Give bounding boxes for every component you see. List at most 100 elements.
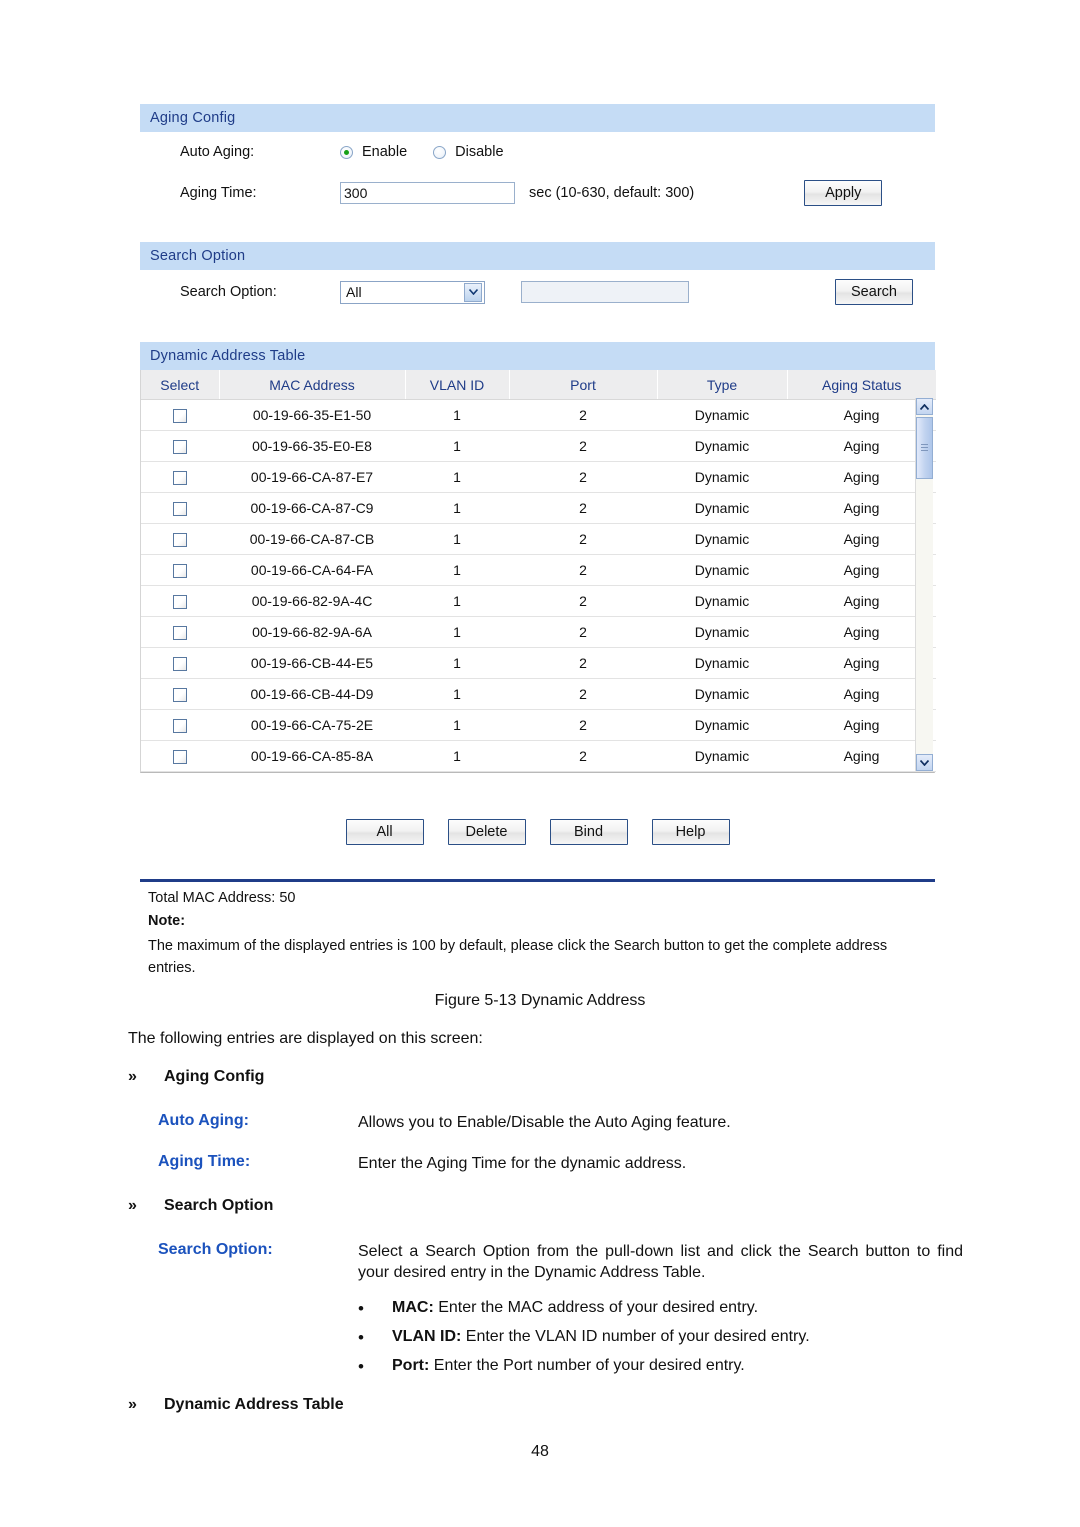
page-number: 48	[531, 1443, 549, 1460]
row-select-checkbox[interactable]	[173, 750, 187, 765]
help-button[interactable]: Help	[651, 819, 730, 845]
cell-aging-status: Aging	[787, 492, 936, 524]
dynamic-address-screenshot: Aging Config Auto Aging: Enable Disable …	[140, 104, 936, 984]
column-header-vlan-id[interactable]: VLAN ID	[405, 370, 510, 400]
section-heading-aging-config: » Aging Config	[128, 1068, 963, 1086]
cell-port: 2	[509, 709, 657, 741]
cell-type: Dynamic	[657, 399, 787, 431]
row-select-cell[interactable]	[141, 647, 219, 679]
search-keyword-input[interactable]	[521, 281, 689, 303]
cell-mac-address: 00-19-66-CA-87-CB	[219, 523, 405, 555]
row-select-cell[interactable]	[141, 678, 219, 710]
table-row[interactable]: 00-19-66-CA-85-8A 1 2 Dynamic Aging	[141, 740, 936, 772]
figure-caption: Figure 5-13 Dynamic Address	[434, 992, 646, 1009]
scrollbar-thumb[interactable]	[916, 417, 933, 479]
aging-config-panel-title: Aging Config	[140, 104, 935, 132]
search-option-select[interactable]: All	[340, 280, 485, 304]
term-row-search-option: Search Option: Select a Search Option fr…	[128, 1241, 963, 1283]
row-select-checkbox[interactable]	[173, 471, 187, 486]
cell-aging-status: Aging	[787, 585, 936, 617]
aging-time-input[interactable]	[340, 182, 515, 204]
cell-mac-address: 00-19-66-CB-44-D9	[219, 678, 405, 710]
row-select-checkbox[interactable]	[173, 719, 187, 734]
table-action-buttons: All Delete Bind Help	[140, 773, 935, 879]
column-header-mac-address[interactable]: MAC Address	[219, 370, 406, 400]
row-select-checkbox[interactable]	[173, 502, 187, 517]
delete-button[interactable]: Delete	[447, 819, 526, 845]
cell-vlan-id: 1	[405, 616, 509, 648]
row-select-cell[interactable]	[141, 492, 219, 524]
auto-aging-disable-label: Disable	[455, 144, 504, 160]
cell-type: Dynamic	[657, 585, 787, 617]
table-scrollbar[interactable]	[915, 398, 933, 771]
row-select-cell[interactable]	[141, 585, 219, 617]
sub-term-port: Port:	[392, 1357, 430, 1374]
section-heading-search-option: » Search Option	[128, 1197, 963, 1215]
table-row[interactable]: 00-19-66-CA-64-FA 1 2 Dynamic Aging	[141, 554, 936, 586]
row-select-checkbox[interactable]	[173, 564, 187, 579]
table-row[interactable]: 00-19-66-CB-44-D9 1 2 Dynamic Aging	[141, 678, 936, 710]
row-select-cell[interactable]	[141, 709, 219, 741]
cell-port: 2	[509, 647, 657, 679]
column-header-type[interactable]: Type	[657, 370, 788, 400]
row-select-cell[interactable]	[141, 554, 219, 586]
cell-aging-status: Aging	[787, 709, 936, 741]
table-row[interactable]: 00-19-66-CA-87-E7 1 2 Dynamic Aging	[141, 461, 936, 493]
row-select-cell[interactable]	[141, 461, 219, 493]
cell-vlan-id: 1	[405, 740, 509, 772]
cell-aging-status: Aging	[787, 523, 936, 555]
row-select-checkbox[interactable]	[173, 409, 187, 424]
table-row[interactable]: 00-19-66-CA-87-CB 1 2 Dynamic Aging	[141, 523, 936, 555]
aging-config-panel: Aging Config Auto Aging: Enable Disable …	[140, 104, 935, 242]
search-button[interactable]: Search	[835, 279, 913, 305]
cell-aging-status: Aging	[787, 554, 936, 586]
row-select-cell[interactable]	[141, 523, 219, 555]
table-row[interactable]: 00-19-66-CA-75-2E 1 2 Dynamic Aging	[141, 709, 936, 741]
sub-term-mac: MAC:	[392, 1299, 434, 1316]
cell-type: Dynamic	[657, 430, 787, 462]
scroll-up-arrow-icon[interactable]	[916, 398, 933, 415]
row-select-cell[interactable]	[141, 430, 219, 462]
table-row[interactable]: 00-19-66-82-9A-4C 1 2 Dynamic Aging	[141, 585, 936, 617]
table-row[interactable]: 00-19-66-35-E0-E8 1 2 Dynamic Aging	[141, 430, 936, 462]
cell-vlan-id: 1	[405, 554, 509, 586]
dynamic-address-table-body: 00-19-66-35-E1-50 1 2 Dynamic Aging 00-19-66-…	[141, 399, 936, 772]
auto-aging-disable-radio[interactable]	[433, 145, 447, 159]
row-select-cell[interactable]	[141, 740, 219, 772]
row-select-checkbox[interactable]	[173, 440, 187, 455]
table-row[interactable]: 00-19-66-CA-87-C9 1 2 Dynamic Aging	[141, 492, 936, 524]
table-row[interactable]: 00-19-66-CB-44-E5 1 2 Dynamic Aging	[141, 647, 936, 679]
aging-time-row: Aging Time: sec (10-630, default: 300) A…	[140, 172, 935, 214]
bind-button[interactable]: Bind	[549, 819, 628, 845]
auto-aging-row: Auto Aging: Enable Disable	[140, 132, 935, 172]
bullet-arrow-icon: »	[128, 1396, 137, 1413]
cell-vlan-id: 1	[405, 399, 509, 431]
scroll-down-arrow-icon[interactable]	[916, 754, 933, 771]
row-select-cell[interactable]	[141, 616, 219, 648]
column-header-aging-status[interactable]: Aging Status	[787, 370, 936, 400]
cell-mac-address: 00-19-66-82-9A-6A	[219, 616, 405, 648]
term-search-option: Search Option:	[158, 1241, 273, 1258]
cell-mac-address: 00-19-66-CA-75-2E	[219, 709, 405, 741]
term-aging-time: Aging Time:	[158, 1153, 251, 1170]
row-select-checkbox[interactable]	[173, 595, 187, 610]
cell-aging-status: Aging	[787, 678, 936, 710]
dynamic-address-table-panel-title: Dynamic Address Table	[140, 342, 935, 370]
sub-def-vlan-id: Enter the VLAN ID number of your desired…	[461, 1328, 810, 1345]
row-select-checkbox[interactable]	[173, 533, 187, 548]
section-heading-dynamic-address-table: » Dynamic Address Table	[128, 1396, 963, 1414]
row-select-checkbox[interactable]	[173, 657, 187, 672]
chevron-down-icon	[464, 282, 482, 302]
row-select-checkbox[interactable]	[173, 626, 187, 641]
row-select-cell[interactable]	[141, 399, 219, 431]
table-row[interactable]: 00-19-66-82-9A-6A 1 2 Dynamic Aging	[141, 616, 936, 648]
row-select-checkbox[interactable]	[173, 688, 187, 703]
all-button[interactable]: All	[345, 819, 424, 845]
bullet-arrow-icon: »	[128, 1068, 137, 1085]
apply-button[interactable]: Apply	[804, 180, 883, 206]
table-row[interactable]: 00-19-66-35-E1-50 1 2 Dynamic Aging	[141, 399, 936, 431]
column-header-port[interactable]: Port	[509, 370, 658, 400]
definition-aging-time: Enter the Aging Time for the dynamic add…	[358, 1155, 687, 1172]
column-header-select[interactable]: Select	[141, 370, 220, 400]
auto-aging-enable-radio[interactable]	[340, 145, 353, 159]
